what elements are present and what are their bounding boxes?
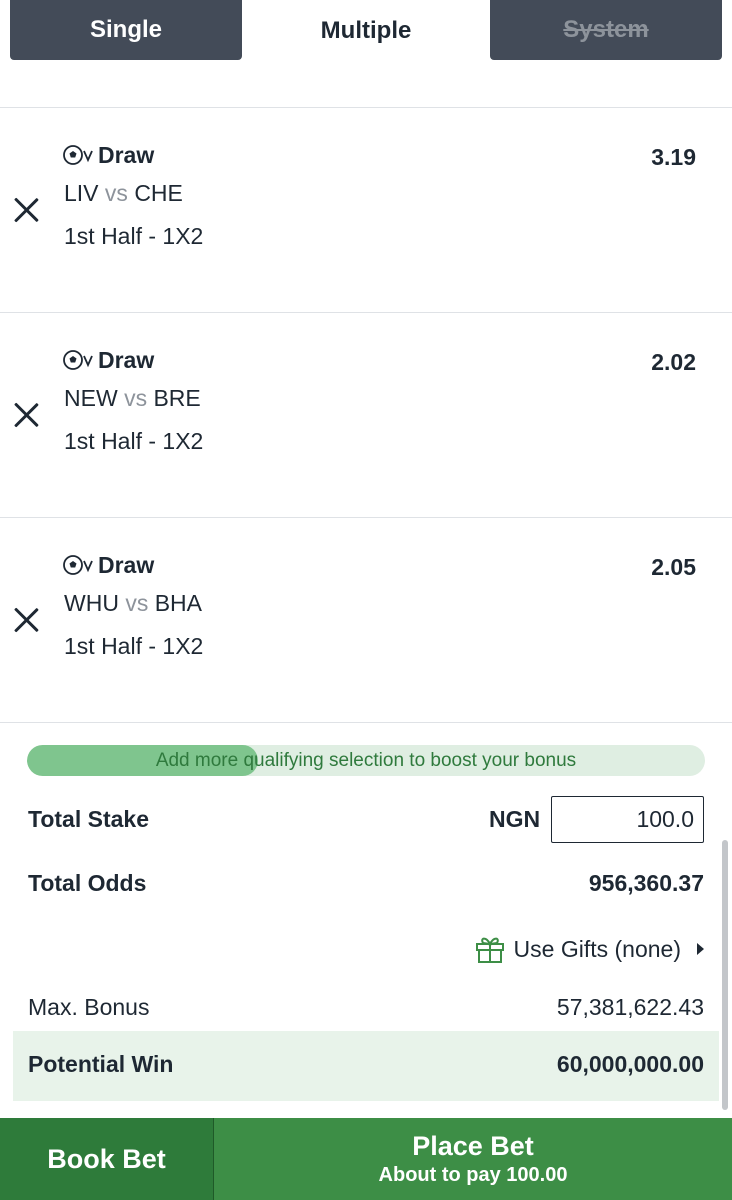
total-odds-value: 956,360.37 <box>588 870 704 896</box>
tab-single[interactable]: Single <box>10 0 242 60</box>
soccer-virtual-icon <box>62 554 96 576</box>
bet-type-tabs: Single Multiple System <box>0 0 732 62</box>
place-bet-label: Place Bet <box>412 1131 534 1161</box>
selection-odds: 2.05 <box>651 554 696 580</box>
use-gifts-label: Use Gifts (none) <box>513 935 681 962</box>
gift-icon <box>475 937 504 963</box>
potential-win-label: Potential Win <box>28 1051 174 1077</box>
selection-item: Draw 2.05 WHU vs BHA 1st Half - 1X2 <box>0 518 732 723</box>
book-bet-button[interactable]: Book Bet <box>0 1118 213 1200</box>
remove-selection-icon[interactable] <box>10 399 42 431</box>
divider <box>0 722 732 723</box>
bonus-progress-bar: Add more qualifying selection to boost y… <box>27 745 705 776</box>
remove-selection-icon[interactable] <box>10 604 42 636</box>
potential-win-value: 60,000,000.00 <box>556 1051 704 1077</box>
market-name: 1st Half - 1X2 <box>64 428 204 454</box>
home-team: NEW <box>64 385 118 411</box>
soccer-virtual-icon <box>62 144 96 166</box>
stake-input[interactable]: 100.0 <box>551 796 704 843</box>
vs-label: vs <box>124 385 148 411</box>
selection-pick: Draw <box>98 552 155 578</box>
selection-pick: Draw <box>98 347 155 373</box>
tab-multiple[interactable]: Multiple <box>250 0 482 62</box>
selection-odds: 3.19 <box>651 144 696 170</box>
away-team: BHA <box>154 590 203 616</box>
scrollbar[interactable] <box>722 840 728 1110</box>
home-team: LIV <box>64 180 99 206</box>
place-bet-amount: About to pay 100.00 <box>378 1164 568 1186</box>
match-teams: LIV vs CHE <box>64 180 183 207</box>
market-name: 1st Half - 1X2 <box>64 223 204 249</box>
caret-right-icon <box>697 943 704 955</box>
max-bonus-label: Max. Bonus <box>28 994 150 1020</box>
tab-system[interactable]: System <box>490 0 722 60</box>
selection-odds: 2.02 <box>651 349 696 375</box>
remove-selection-icon[interactable] <box>10 194 42 226</box>
place-bet-button[interactable]: Place Bet About to pay 100.00 <box>214 1118 732 1200</box>
max-bonus-value: 57,381,622.43 <box>556 994 704 1020</box>
bonus-message: Add more qualifying selection to boost y… <box>155 750 577 771</box>
selection-pick: Draw <box>98 142 155 168</box>
total-odds-label: Total Odds <box>28 870 147 896</box>
use-gifts-button[interactable]: Use Gifts (none) <box>474 934 704 964</box>
selection-item: Draw 2.02 NEW vs BRE 1st Half - 1X2 <box>0 313 732 518</box>
betslip-footer: Book Bet Place Bet About to pay 100.00 <box>0 1118 732 1200</box>
soccer-virtual-icon <box>62 349 96 371</box>
match-teams: WHU vs BHA <box>64 590 202 617</box>
selection-item: Draw 3.19 LIV vs CHE 1st Half - 1X2 <box>0 108 732 313</box>
vs-label: vs <box>104 180 128 206</box>
currency-label: NGN <box>489 806 541 832</box>
away-team: CHE <box>134 180 183 206</box>
vs-label: vs <box>125 590 149 616</box>
away-team: BRE <box>153 385 201 411</box>
match-teams: NEW vs BRE <box>64 385 201 412</box>
home-team: WHU <box>64 590 119 616</box>
market-name: 1st Half - 1X2 <box>64 633 204 659</box>
total-stake-label: Total Stake <box>28 806 149 832</box>
